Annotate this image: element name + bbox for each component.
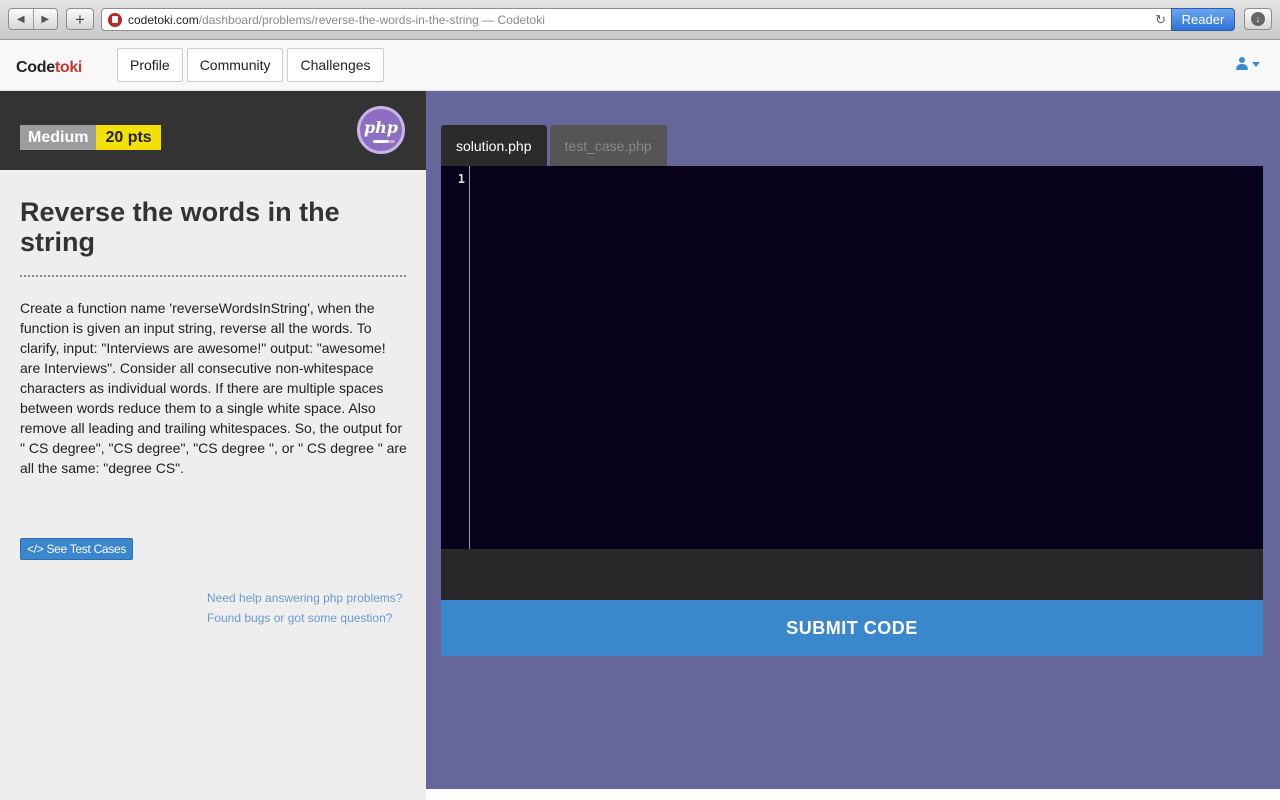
problem-meta-bar: Medium 20 pts php: [0, 91, 426, 170]
line-number-gutter: 1: [441, 166, 470, 549]
back-button[interactable]: ◀: [9, 9, 34, 29]
downloads-button[interactable]: ↓: [1244, 8, 1272, 30]
difficulty-level: Medium: [20, 125, 97, 150]
favicon-icon: [108, 13, 122, 27]
php-language-icon: php: [357, 106, 405, 154]
url-host: codetoki.com: [128, 13, 199, 27]
title-divider: [20, 275, 406, 277]
plus-icon: +: [75, 9, 85, 29]
reload-icon[interactable]: ↻: [1155, 12, 1166, 28]
language-badge-label: php: [363, 117, 398, 137]
reader-button[interactable]: Reader: [1171, 8, 1235, 31]
download-icon: ↓: [1251, 12, 1265, 26]
url-path: /dashboard/problems/reverse-the-words-in…: [198, 13, 479, 27]
site-header: Codetoki Profile Community Challenges: [0, 40, 1280, 91]
bottom-strip: [426, 789, 1280, 800]
logo-part1: Code: [16, 59, 55, 76]
user-menu-dropdown[interactable]: [1236, 57, 1260, 71]
editor-panel: solution.php test_case.php 1 SUBMIT CODE: [426, 91, 1280, 789]
new-tab-button[interactable]: +: [66, 8, 94, 30]
line-number: 1: [457, 172, 465, 186]
output-console: [441, 549, 1263, 600]
back-arrow-icon: ◀: [16, 13, 25, 25]
editor-tabs: solution.php test_case.php: [441, 125, 667, 166]
tab-solution-php[interactable]: solution.php: [441, 125, 547, 166]
browser-toolbar: ◀ ▶ + codetoki.com/dashboard/problems/re…: [0, 0, 1280, 40]
main-nav: Profile Community Challenges: [117, 48, 384, 82]
points-value: 20 pts: [96, 125, 161, 150]
logo-part2: toki: [54, 59, 83, 76]
code-editor[interactable]: 1: [441, 166, 1263, 549]
nav-community-button[interactable]: Community: [186, 48, 284, 82]
nav-profile-button[interactable]: Profile: [117, 48, 183, 82]
address-bar[interactable]: codetoki.com/dashboard/problems/reverse-…: [101, 8, 1235, 31]
difficulty-badge: Medium 20 pts: [20, 125, 161, 150]
code-icon: </>: [27, 542, 44, 556]
help-links: Need help answering php problems? Found …: [207, 588, 402, 628]
nav-challenges-button[interactable]: Challenges: [287, 48, 384, 82]
forward-arrow-icon: ▶: [41, 13, 50, 25]
back-forward-buttons: ◀ ▶: [8, 8, 58, 30]
problem-description: Create a function name 'reverseWordsInSt…: [20, 300, 407, 476]
url-text: codetoki.com/dashboard/problems/reverse-…: [128, 13, 545, 27]
site-logo[interactable]: Codetoki: [16, 59, 82, 77]
problem-panel: Medium 20 pts php Reverse the words in t…: [0, 91, 426, 800]
user-icon: [1236, 57, 1248, 71]
submit-code-button[interactable]: SUBMIT CODE: [441, 600, 1263, 656]
report-bug-link[interactable]: Found bugs or got some question?: [207, 608, 402, 628]
see-test-cases-label: See Test Cases: [46, 542, 127, 556]
url-page-title: — Codetoki: [478, 13, 545, 27]
help-link[interactable]: Need help answering php problems?: [207, 588, 402, 608]
forward-button[interactable]: ▶: [34, 9, 58, 29]
tab-test-case-php[interactable]: test_case.php: [549, 125, 667, 166]
see-test-cases-button[interactable]: </> See Test Cases: [20, 538, 134, 560]
caret-down-icon: [1252, 61, 1260, 67]
problem-title: Reverse the words in the string: [20, 197, 340, 257]
